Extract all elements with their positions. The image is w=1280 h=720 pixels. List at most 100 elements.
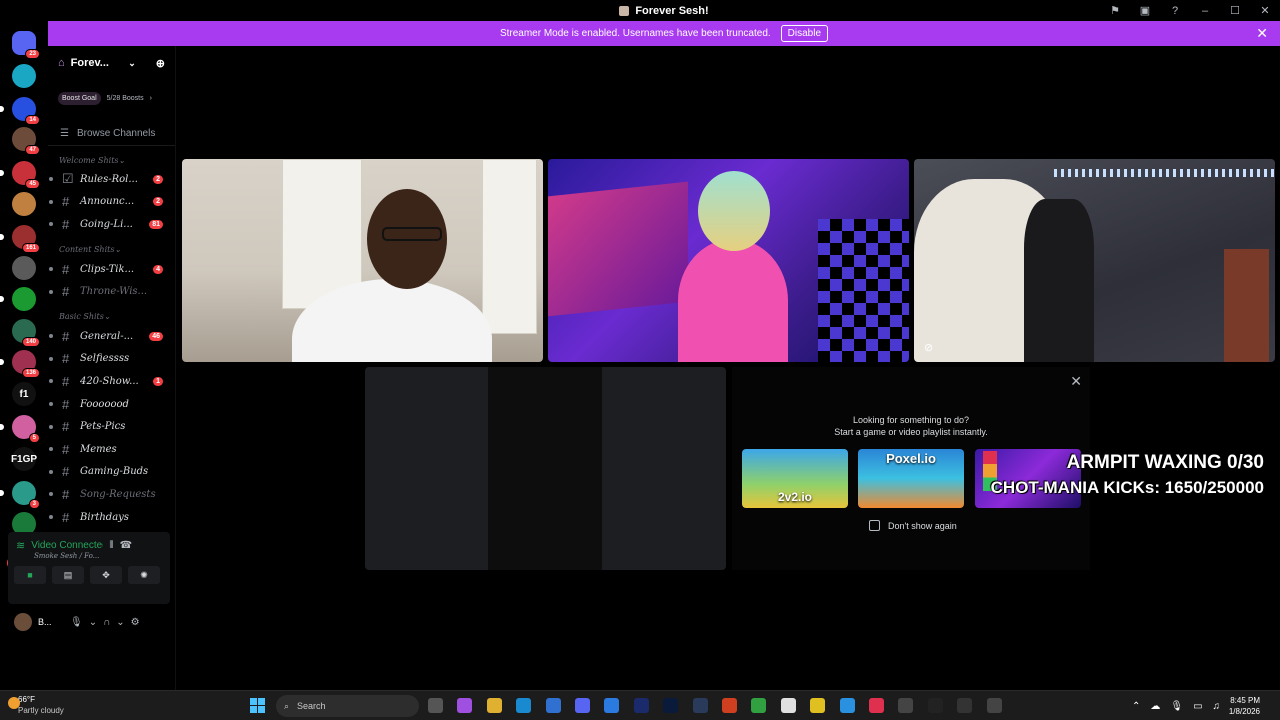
dont-show-again[interactable]: Don't show again	[869, 520, 957, 531]
close-icon[interactable]: ✕	[1256, 25, 1268, 42]
taskbar-app-icon[interactable]	[898, 698, 914, 713]
gear-icon[interactable]: ⚙	[131, 617, 140, 628]
weather-widget[interactable]: 66°F Partly cloudy	[8, 694, 64, 716]
chevron-down-icon[interactable]: ⌄	[89, 617, 97, 628]
display-icon[interactable]: ▭	[1193, 701, 1202, 712]
taskbar-app-icon[interactable]	[663, 698, 679, 713]
server-icon[interactable]: 5	[0, 415, 40, 443]
boost-goal[interactable]: Boost Goal 5/28 Boosts ›	[58, 88, 167, 108]
taskbar-app-icon[interactable]	[722, 698, 737, 713]
taskbar-app-icon[interactable]	[986, 698, 1002, 713]
taskbar-app-icon[interactable]	[428, 698, 443, 713]
channel-item[interactable]: # Throne-Wis...	[48, 280, 175, 303]
server-icon[interactable]: 45	[0, 161, 40, 189]
channel-name: Throne-Wis...	[80, 286, 148, 298]
server-icon[interactable]	[12, 192, 36, 216]
clock[interactable]: 8:45 PM 1/8/2026	[1229, 695, 1260, 717]
channel-item[interactable]: # Selfiessss	[48, 348, 175, 371]
server-icon[interactable]	[12, 256, 36, 280]
channel-category[interactable]: Content Shits ⌄	[48, 242, 175, 258]
taskbar-app-icon[interactable]	[839, 698, 855, 713]
camera-button[interactable]: ■	[14, 566, 46, 584]
activities-button[interactable]: ✥	[90, 566, 122, 584]
channel-item[interactable]: # Fooooood	[48, 393, 175, 416]
channel-item[interactable]: # General-... 46	[48, 325, 175, 348]
username[interactable]: B...	[38, 617, 64, 627]
channel-category[interactable]: Basic Shits ⌄	[48, 309, 175, 325]
taskbar-app-icon[interactable]	[604, 698, 620, 713]
inbox-icon[interactable]: ⚑	[1100, 4, 1130, 17]
start-button[interactable]	[250, 698, 265, 713]
taskbar-app-icon[interactable]	[810, 698, 826, 713]
screen-share-button[interactable]: ▤	[52, 566, 84, 584]
server-icon[interactable]: 161	[0, 225, 40, 253]
taskbar-app-icon[interactable]	[751, 698, 767, 713]
server-icon[interactable]: 3	[0, 481, 40, 509]
taskbar-app-icon[interactable]	[633, 698, 649, 713]
soundboard-button[interactable]: ✺	[128, 566, 160, 584]
server-header[interactable]: ⌂ Forev... ⌄ ⊕	[48, 46, 175, 80]
taskbar-app-icon[interactable]	[957, 698, 973, 713]
taskbar-search[interactable]: ⌕ Search	[276, 695, 419, 717]
channel-item[interactable]: # Clips-Tik... 4	[48, 258, 175, 281]
video-tile[interactable]	[182, 159, 543, 362]
channel-item[interactable]: # Memes	[48, 438, 175, 461]
checkbox[interactable]	[869, 520, 880, 531]
video-tile[interactable]	[548, 159, 909, 362]
chevron-down-icon[interactable]: ⌄	[116, 617, 124, 628]
video-tile[interactable]	[365, 367, 726, 570]
taskbar-app-icon[interactable]	[692, 698, 708, 713]
network-icon[interactable]: ☁	[1150, 701, 1160, 712]
channel-category[interactable]: Welcome Shits ⌄	[48, 152, 175, 168]
channel-item[interactable]: # Gaming-Buds	[48, 461, 175, 484]
voice-channel-name[interactable]: Smoke Sesh / Fo...	[34, 552, 170, 560]
channel-name: Selfiessss	[80, 353, 130, 365]
channel-name: Rules-Rol...	[80, 173, 138, 185]
voice-status[interactable]: Video Connected	[31, 540, 103, 551]
server-icon[interactable]: F1GP	[11, 447, 37, 471]
channel-item[interactable]: # Pets-Pics	[48, 415, 175, 438]
server-icon[interactable]: 140	[12, 319, 40, 347]
chevron-up-icon[interactable]: ⌃	[1132, 701, 1140, 712]
invite-icon[interactable]: ⊕	[156, 57, 165, 70]
server-icon[interactable]	[12, 64, 36, 88]
microphone-icon[interactable]: 🎙︎	[70, 617, 83, 628]
channel-item[interactable]: # Song-Requests	[48, 483, 175, 506]
game-card-2v2[interactable]: 2v2.io	[742, 449, 848, 508]
server-icon[interactable]: 47	[12, 127, 40, 155]
channel-item[interactable]: # Going-Li... 81	[48, 213, 175, 236]
channel-item[interactable]: #420-Show... 1	[48, 370, 175, 393]
taskbar-app-icon[interactable]	[516, 698, 532, 713]
server-icon[interactable]: 14	[0, 97, 40, 125]
taskbar-app-icon[interactable]	[869, 698, 884, 713]
monitor-icon[interactable]: ▣	[1130, 4, 1160, 17]
server-icon[interactable]	[0, 287, 36, 311]
help-icon[interactable]: ?	[1160, 5, 1190, 17]
taskbar-app-icon[interactable]	[545, 698, 561, 713]
server-icon[interactable]: f1	[12, 382, 36, 406]
disconnect-icon[interactable]: ☎	[120, 540, 132, 551]
volume-icon[interactable]: ♫	[1213, 701, 1221, 712]
taskbar-app-icon[interactable]	[575, 698, 590, 713]
noise-suppression-icon[interactable]: ⦀	[109, 540, 113, 551]
microphone-icon[interactable]: 🎙︎	[1170, 701, 1183, 712]
taskbar-app-icon[interactable]	[486, 698, 502, 713]
server-icon[interactable]: 23	[12, 31, 40, 59]
server-icon[interactable]: 136	[0, 350, 40, 378]
taskbar-app-icon[interactable]	[457, 698, 473, 713]
close-icon[interactable]: ✕	[1070, 373, 1082, 390]
disable-button[interactable]: Disable	[780, 25, 829, 42]
taskbar-app-icon[interactable]	[780, 698, 796, 713]
taskbar-app-icon[interactable]	[927, 698, 943, 713]
video-tile[interactable]: ⊘	[914, 159, 1275, 362]
headphones-icon[interactable]: ∩	[103, 617, 110, 628]
maximize-button[interactable]: ☐	[1220, 4, 1250, 17]
channel-item[interactable]: ☑ Rules-Rol... 2	[48, 168, 175, 191]
game-card-poxel[interactable]: Poxel.io	[858, 449, 964, 508]
minimize-button[interactable]: –	[1190, 5, 1220, 17]
browse-channels[interactable]: ☰ Browse Channels	[48, 122, 175, 146]
avatar[interactable]	[14, 613, 32, 631]
channel-item[interactable]: # Announc... 2	[48, 191, 175, 214]
close-window-button[interactable]: ✕	[1250, 4, 1280, 17]
channel-item[interactable]: # Birthdays	[48, 506, 175, 529]
